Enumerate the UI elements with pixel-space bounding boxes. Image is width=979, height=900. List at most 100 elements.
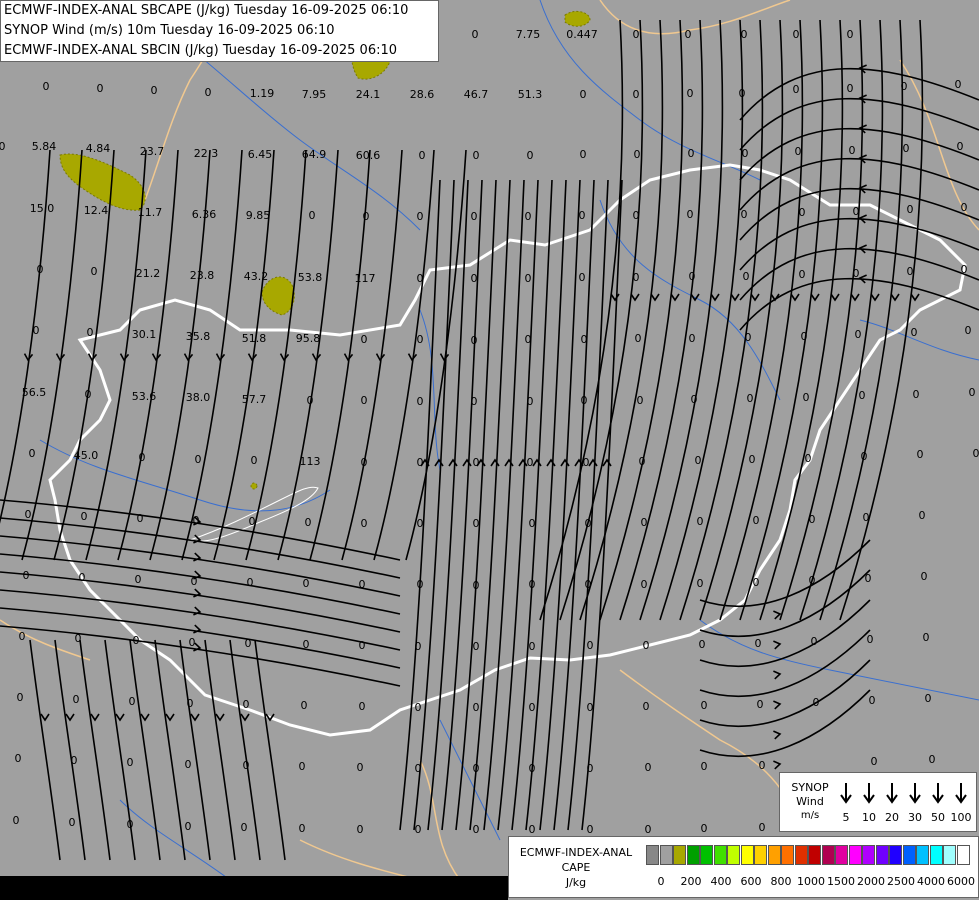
cape-value-label: 38.0 [186,391,211,404]
cape-value-label: 0 [689,332,696,345]
synop-speed-arrow-icon [882,781,902,809]
cape-value-label: 64.9 [302,148,327,161]
cape-tick-label: 1000 [797,875,825,888]
synop-legend-title: SYNOP Wind m/s [784,781,836,823]
cape-value-label: 0 [742,147,749,160]
cape-value-label: 0 [633,271,640,284]
cape-value-label: 0 [357,761,364,774]
cape-value-label: 0 [697,515,704,528]
cape-colour-swatch [943,845,956,865]
cape-colour-swatch [889,845,902,865]
cape-value-label: 22.3 [194,147,219,160]
cape-value-label: 0 [685,28,692,41]
cape-value-label: 0 [91,265,98,278]
cape-colour-legend: ECMWF-INDEX-ANAL CAPE J/kg 0 200 400 600 800… [508,836,979,898]
cape-value-label: 0 [969,386,976,399]
cape-value-label: 0 [527,395,534,408]
cape-value-label: 0 [805,452,812,465]
cape-value-label: 0 [473,701,480,714]
cape-value-label: 0 [865,572,872,585]
cape-value-label: 51.3 [518,88,543,101]
cape-value-label: 0 [303,638,310,651]
cape-tick-label: 6000 [947,875,975,888]
cape-value-label: 0 [687,208,694,221]
cape-value-label: 0 [809,574,816,587]
cape-value-label: 0 [417,210,424,223]
cape-value-label: 0 [25,508,32,521]
cape-value-label: 95.8 [296,332,321,345]
cape-value-label: 0 [205,86,212,99]
cape-value-label: 0 [867,633,874,646]
cape-value-label: 0 [809,513,816,526]
map-bottom-strip [0,876,508,900]
cape-value-label: 0 [23,569,30,582]
cape-value-label: 0 [907,265,914,278]
cape-value-label: 0 [645,761,652,774]
cape-value-label: 0 [645,823,652,836]
cape-colour-swatch [862,845,875,865]
cape-value-label: 0 [587,639,594,652]
cape-value-label: 0 [849,144,856,157]
cape-value-label: 0 [363,210,370,223]
cape-value-label: 113 [300,455,321,468]
cape-value-label: 0 [415,762,422,775]
cape-value-label: 15.0 [30,202,55,215]
cape-value-label: 0 [579,271,586,284]
cape-value-label: 0 [361,517,368,530]
synop-speed-label: 5 [842,811,850,824]
cape-value-label: 0 [795,145,802,158]
cape-value-label: 0 [861,450,868,463]
cape-value-label: 0 [583,456,590,469]
cape-value-label: 0 [741,28,748,41]
cape-value-label: 0 [127,818,134,831]
cape-value-label: 7.75 [516,28,541,41]
cape-value-label: 5.84 [32,140,57,153]
cape-value-label: 0 [135,573,142,586]
cape-value-label: 0 [743,270,750,283]
cape-colour-swatch [659,845,673,865]
cape-value-label: 0 [587,823,594,836]
cape-value-label: 0 [79,571,86,584]
cape-value-label: 0 [869,694,876,707]
cape-value-label: 46.7 [464,88,489,101]
synop-legend-title-line: Wind [796,795,824,808]
cape-value-label: 117 [355,272,376,285]
cape-value-label: 0 [527,456,534,469]
cape-value-label: 0 [473,640,480,653]
cape-value-label: 0 [525,272,532,285]
cape-value-label: 0 [745,331,752,344]
cape-value-label: 0 [907,203,914,216]
cape-tick-label: 800 [770,875,792,888]
cape-value-label: 11.7 [138,206,163,219]
cape-value-label: 23.7 [140,145,165,158]
synop-speed-arrow-icon [951,781,971,809]
cape-value-label: 0 [37,263,44,276]
cape-value-label: 0 [799,268,806,281]
cape-value-label: 0 [471,210,478,223]
cape-value-label: 45.0 [74,449,99,462]
cape-value-label: 0 [243,759,250,772]
cape-value-label: 0 [299,760,306,773]
cape-value-label: 0 [529,578,536,591]
cape-value-label: 0 [581,394,588,407]
cape-value-label: 0 [193,514,200,527]
cape-tick-label: 1500 [827,875,855,888]
cape-value-label: 0 [419,149,426,162]
cape-value-label: 0 [871,755,878,768]
cape-tick-label: 2500 [887,875,915,888]
cape-value-label: 0 [911,326,918,339]
cape-value-label: 1.19 [250,87,275,100]
cape-colour-swatch [875,845,889,865]
cape-value-label: 0 [755,637,762,650]
cape-colour-swatch [794,845,808,865]
cape-value-label: 0 [697,577,704,590]
cape-value-label: 0 [859,389,866,402]
cape-value-label: 0 [305,516,312,529]
cape-value-label: 0 [803,391,810,404]
cape-value-label: 0 [97,82,104,95]
cape-value-label: 0 [525,210,532,223]
cape-value-label: 0 [17,691,24,704]
cape-value-label: 0 [473,762,480,775]
cape-value-label: 0 [185,758,192,771]
cape-value-label: 0 [689,270,696,283]
